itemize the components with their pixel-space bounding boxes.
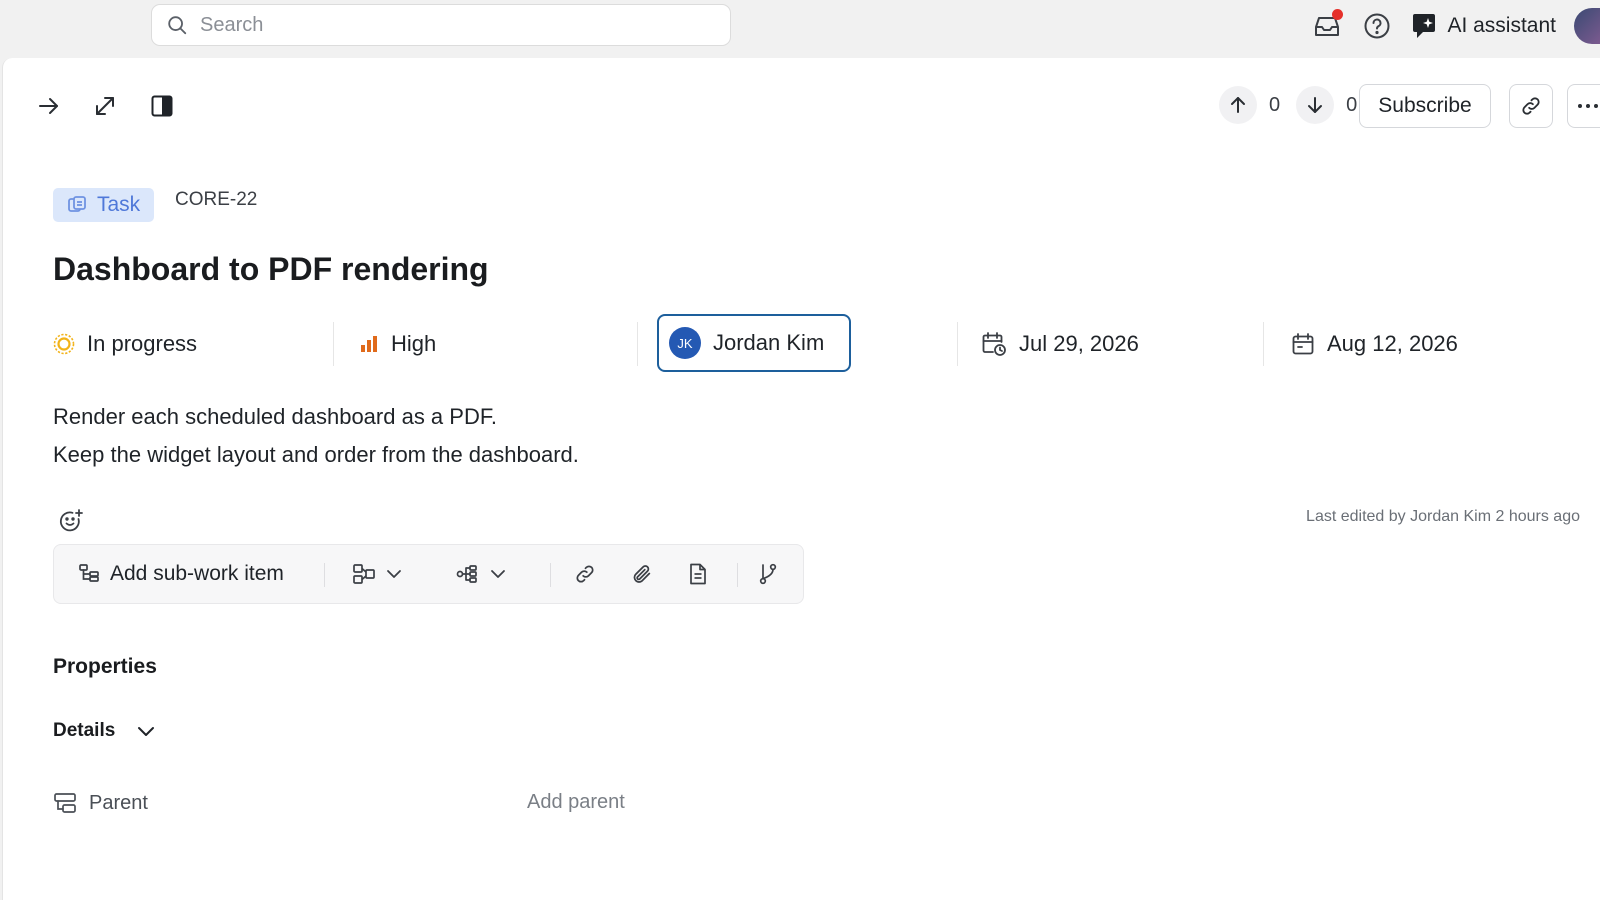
work-item-type-badge[interactable]: Task (53, 188, 155, 222)
priority-label: High (391, 331, 437, 356)
user-avatar[interactable] (1574, 8, 1600, 44)
separator (324, 563, 325, 587)
upvote-button[interactable] (1219, 86, 1257, 124)
assignee-name: Jordan Kim (713, 330, 825, 355)
copy-link-button[interactable] (1509, 84, 1553, 128)
last-edited-text: Last edited by Jordan Kim 2 hours ago (1306, 508, 1580, 525)
add-reaction-button[interactable] (55, 505, 87, 537)
notification-dot (1332, 9, 1344, 20)
work-item-panel: 0 0 Subscribe Task CORE-22 Dashboard to … (2, 58, 1600, 900)
chevron-down-icon (137, 726, 155, 737)
divider (1263, 322, 1264, 366)
inbox-button[interactable] (1309, 8, 1345, 44)
subscribe-button[interactable]: Subscribe (1359, 84, 1491, 128)
top-bar: AI assistant (0, 0, 1600, 58)
upvote-count: 0 (1269, 93, 1281, 116)
details-toggle[interactable]: Details (53, 720, 155, 742)
description-line: Keep the widget layout and order from th… (53, 442, 579, 467)
relations-dropdown[interactable] (352, 545, 402, 603)
ai-assistant-label: AI assistant (1447, 14, 1556, 37)
add-link-button[interactable] (574, 545, 596, 603)
state-label: In progress (87, 331, 198, 356)
divider (637, 322, 638, 366)
priority-property[interactable]: High (359, 314, 436, 374)
arrow-up-icon (1228, 95, 1248, 115)
description-line: Render each scheduled dashboard as a PDF… (53, 404, 497, 429)
ai-assistant-icon (1411, 13, 1437, 39)
expand-icon (93, 94, 117, 118)
chevron-down-icon (386, 569, 402, 579)
due-date-property[interactable]: Aug 12, 2026 (1291, 314, 1458, 374)
arrow-right-icon (37, 94, 61, 118)
parent-property-label: Parent (53, 788, 148, 818)
arrow-down-icon (1305, 95, 1325, 115)
calendar-icon (1291, 332, 1315, 356)
branch-button[interactable] (758, 545, 778, 603)
side-panel-icon (151, 95, 173, 117)
task-type-icon (67, 195, 87, 215)
separator (737, 563, 738, 587)
parent-icon (53, 792, 77, 814)
start-date-label: Jul 29, 2026 (1019, 331, 1139, 356)
expand-button[interactable] (87, 88, 123, 124)
add-sub-work-item-button[interactable]: Add sub-work item (78, 545, 284, 603)
dependencies-dropdown[interactable] (456, 545, 506, 603)
work-item-type-label: Task (97, 193, 141, 216)
more-icon (1577, 103, 1599, 109)
more-options-button[interactable] (1567, 84, 1600, 128)
link-icon (574, 563, 596, 585)
work-item-title[interactable]: Dashboard to PDF rendering (53, 251, 489, 288)
calendar-clock-icon (981, 331, 1007, 357)
vote-controls: 0 0 (1219, 86, 1367, 124)
work-item-id: CORE-22 (175, 189, 258, 210)
assignee-property[interactable]: JK Jordan Kim (657, 314, 851, 372)
side-peek-button[interactable] (144, 88, 180, 124)
paperclip-icon (631, 563, 653, 585)
properties-heading: Properties (53, 655, 157, 678)
help-icon (1363, 12, 1391, 40)
quick-properties-row: In progress High JK Jordan Kim Jul 29, 2… (53, 314, 1563, 374)
assignee-avatar: JK (669, 327, 701, 359)
details-label: Details (53, 720, 116, 741)
separator (550, 563, 551, 587)
flow-icon (456, 563, 478, 585)
add-parent-button[interactable]: Add parent (527, 791, 625, 814)
parent-label: Parent (89, 791, 148, 814)
link-icon (1520, 95, 1542, 117)
search-input[interactable] (200, 13, 680, 37)
close-peek-button[interactable] (31, 88, 67, 124)
priority-high-icon (359, 334, 379, 354)
top-right-actions: AI assistant (1309, 6, 1600, 46)
divider (333, 322, 334, 366)
add-sub-work-item-label: Add sub-work item (110, 562, 284, 585)
smile-plus-icon (58, 508, 84, 534)
git-branch-icon (758, 563, 778, 585)
ai-assistant-button[interactable]: AI assistant (1411, 13, 1556, 39)
work-item-action-bar: Add sub-work item (53, 544, 804, 604)
add-page-button[interactable] (688, 545, 708, 603)
attach-file-button[interactable] (631, 545, 653, 603)
start-date-property[interactable]: Jul 29, 2026 (981, 314, 1139, 374)
chevron-down-icon (490, 569, 506, 579)
relation-icon (352, 563, 376, 585)
work-item-description[interactable]: Render each scheduled dashboard as a PDF… (53, 398, 579, 474)
document-icon (688, 563, 708, 585)
due-date-label: Aug 12, 2026 (1327, 331, 1458, 356)
in-progress-icon (53, 333, 75, 355)
search-box[interactable] (151, 4, 731, 46)
downvote-button[interactable] (1296, 86, 1335, 124)
downvote-count: 0 (1346, 93, 1358, 116)
help-button[interactable] (1359, 8, 1395, 44)
sub-item-icon (78, 563, 100, 585)
divider (957, 322, 958, 366)
state-property[interactable]: In progress (53, 314, 197, 374)
search-icon (166, 14, 188, 36)
